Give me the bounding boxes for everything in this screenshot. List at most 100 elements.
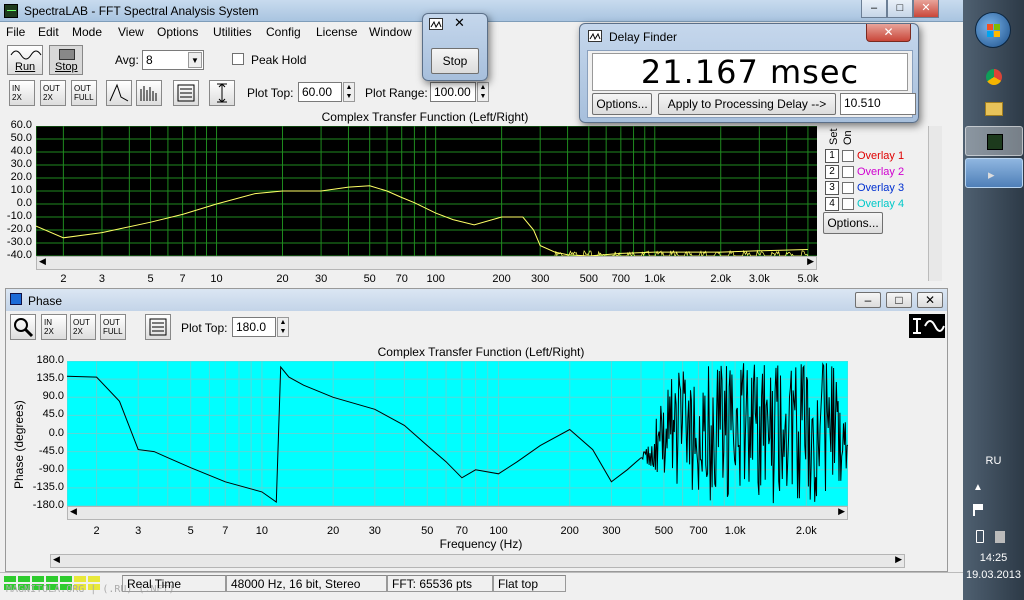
magnitude-options-button[interactable]: Options... — [823, 212, 883, 234]
menu-mode[interactable]: Mode — [72, 25, 102, 39]
phase-zoom-out-2x-button[interactable]: OUT 2X — [70, 314, 96, 340]
stop-button[interactable]: Stop — [49, 45, 83, 75]
phase-window-scrollbar[interactable]: ◀ ▶ — [50, 554, 905, 568]
phase-close-button[interactable]: ✕ — [917, 292, 943, 308]
phase-maximize-button[interactable]: □ — [886, 292, 912, 308]
clock-date[interactable]: 19.03.2013 — [963, 569, 1024, 581]
avg-select[interactable]: 8 ▼ — [142, 50, 204, 70]
magnitude-x-tick: 7 — [179, 273, 186, 285]
taskbar-spectralab[interactable] — [965, 126, 1023, 156]
magnitude-scrollbar[interactable]: ◀ ▶ — [36, 256, 817, 270]
battery-icon[interactable] — [976, 530, 984, 543]
overlay-set-button[interactable]: 2 — [825, 165, 839, 179]
overlay-checkbox[interactable] — [842, 182, 854, 194]
phase-x-tick: 200 — [560, 525, 579, 537]
delay-value-input[interactable]: 10.510 — [840, 93, 916, 115]
phase-zoom-full-button[interactable]: OUT FULL — [100, 314, 126, 340]
run-button[interactable]: Run — [7, 45, 43, 75]
start-button[interactable] — [975, 12, 1011, 48]
magnitude-x-tick: 2 — [60, 273, 67, 285]
phase-y-tick: 180.0 — [36, 354, 64, 366]
menu-window[interactable]: Window — [369, 25, 412, 39]
taskbar-audio[interactable]: ▸ — [965, 158, 1023, 188]
chevron-down-icon[interactable]: ▼ — [188, 52, 202, 68]
scroll-right-icon[interactable]: ▶ — [895, 554, 902, 565]
tray-expand-icon[interactable]: ▲ — [973, 482, 983, 493]
magnitude-vertical-scrollbar[interactable] — [928, 126, 942, 281]
taskbar-chrome[interactable] — [965, 62, 1023, 92]
phase-x-axis-label: Frequency (Hz) — [439, 537, 523, 551]
phase-minimize-button[interactable]: – — [855, 292, 881, 308]
bar-view-button[interactable] — [136, 80, 162, 106]
scale-button[interactable] — [209, 80, 235, 106]
popup-stop-button[interactable]: Stop — [431, 48, 479, 74]
menu-view[interactable]: View — [118, 25, 144, 39]
overlay-checkbox[interactable] — [842, 166, 854, 178]
phase-window-icon — [10, 293, 22, 305]
phase-zoom-button[interactable] — [10, 314, 36, 340]
scroll-left-icon[interactable]: ◀ — [53, 554, 60, 565]
menu-utilities[interactable]: Utilities — [213, 25, 252, 39]
plot-top-spinner[interactable]: ▲ ▼ — [343, 82, 355, 102]
magnitude-x-tick: 1.0k — [644, 273, 666, 285]
overlay-checkbox[interactable] — [842, 198, 854, 210]
menu-config[interactable]: Config — [266, 25, 301, 39]
close-button[interactable]: ✕ — [913, 0, 939, 18]
overlay-set-button[interactable]: 1 — [825, 149, 839, 163]
zoom-full-button[interactable]: OUT FULL — [71, 80, 97, 106]
magnitude-y-tick: 0.0 — [16, 197, 32, 209]
windows-logo-icon — [987, 24, 1000, 37]
peak-hold-label: Peak Hold — [251, 53, 307, 67]
vertical-scale-icon — [217, 83, 227, 103]
magnitude-y-tick: 60.0 — [10, 119, 32, 131]
phase-x-tick: 700 — [689, 525, 708, 537]
set-column-label: Set — [828, 128, 840, 145]
stop-popup-close-icon[interactable]: ✕ — [454, 15, 465, 31]
plot-range-input[interactable]: 100.00 — [430, 82, 476, 102]
waveform-toggle-button[interactable] — [909, 314, 945, 338]
phase-scrollbar[interactable]: ◀ ▶ — [67, 506, 848, 520]
language-indicator[interactable]: RU — [963, 455, 1024, 467]
clock-time[interactable]: 14:25 — [963, 552, 1024, 564]
apply-delay-button[interactable]: Apply to Processing Delay --> — [658, 93, 836, 115]
scroll-right-icon[interactable]: ▶ — [807, 256, 814, 267]
menu-options[interactable]: Options — [157, 25, 198, 39]
zoom-out-2x-button[interactable]: OUT 2X — [40, 80, 66, 106]
table-view-button[interactable] — [173, 80, 199, 106]
menu-edit[interactable]: Edit — [38, 25, 59, 39]
zoom-in-icon: IN 2X — [44, 318, 54, 336]
stop-square-icon — [59, 49, 75, 60]
phase-plot-top-spinner[interactable]: ▲ ▼ — [277, 317, 289, 337]
phase-zoom-in-2x-button[interactable]: IN 2X — [41, 314, 67, 340]
phase-y-tick: 135.0 — [36, 372, 64, 385]
scroll-right-icon[interactable]: ▶ — [838, 506, 845, 517]
network-icon[interactable] — [995, 531, 1005, 543]
taskbar-explorer[interactable] — [965, 94, 1023, 124]
delay-finder-close-button[interactable]: ✕ — [866, 24, 911, 42]
phase-plot-top-input[interactable]: 180.0 — [232, 317, 276, 337]
phase-x-tick: 50 — [421, 525, 434, 537]
plot-range-spinner[interactable]: ▲ ▼ — [477, 82, 489, 102]
line-view-button[interactable] — [106, 80, 132, 106]
menu-license[interactable]: License — [316, 25, 357, 39]
menu-file[interactable]: File — [6, 25, 25, 39]
app-icon — [4, 4, 18, 18]
zoom-in-2x-button[interactable]: IN 2X — [9, 80, 35, 106]
overlay-set-button[interactable]: 4 — [825, 197, 839, 211]
plot-top-input[interactable]: 60.00 — [298, 82, 342, 102]
scroll-left-icon[interactable]: ◀ — [70, 506, 77, 517]
magnitude-y-tick: -10.0 — [6, 210, 32, 222]
minimize-button[interactable]: – — [861, 0, 887, 18]
phase-table-button[interactable] — [145, 314, 171, 340]
magnitude-y-tick: 30.0 — [10, 158, 32, 170]
magnitude-y-tick: -20.0 — [6, 223, 32, 235]
phase-window-title: Phase — [28, 294, 63, 308]
delay-options-button[interactable]: Options... — [592, 93, 652, 115]
overlay-set-button[interactable]: 3 — [825, 181, 839, 195]
scroll-left-icon[interactable]: ◀ — [39, 256, 46, 267]
peak-hold-checkbox[interactable] — [232, 53, 244, 65]
overlay-checkbox[interactable] — [842, 150, 854, 162]
magnitude-y-tick: 50.0 — [10, 132, 32, 144]
flag-icon[interactable] — [973, 504, 985, 516]
maximize-button[interactable]: □ — [887, 0, 913, 18]
